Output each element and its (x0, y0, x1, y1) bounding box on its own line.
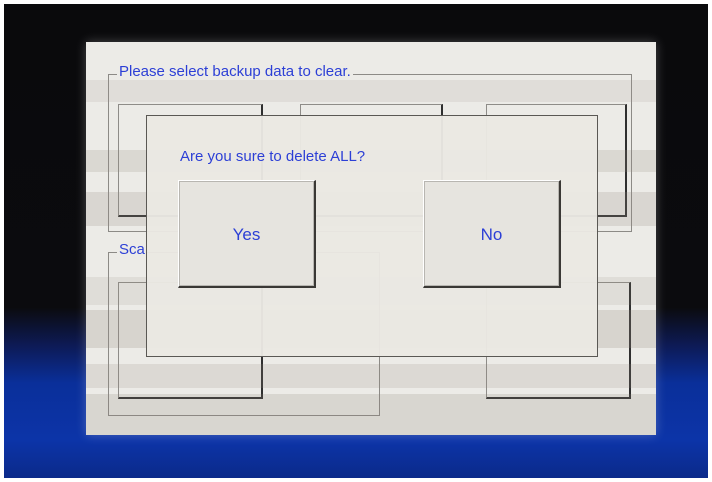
yes-button[interactable]: Yes (178, 180, 316, 288)
dialog-question: Are you sure to delete ALL? (180, 148, 366, 165)
backup-data-group-label: Please select backup data to clear. (117, 63, 353, 80)
device-photo: Please select backup data to clear. Sca … (4, 4, 708, 478)
scan-data-group-label: Sca (117, 241, 147, 258)
delete-confirm-dialog: Are you sure to delete ALL? Yes No (146, 115, 598, 357)
no-button[interactable]: No (423, 180, 561, 288)
device-screen: Please select backup data to clear. Sca … (86, 42, 656, 435)
